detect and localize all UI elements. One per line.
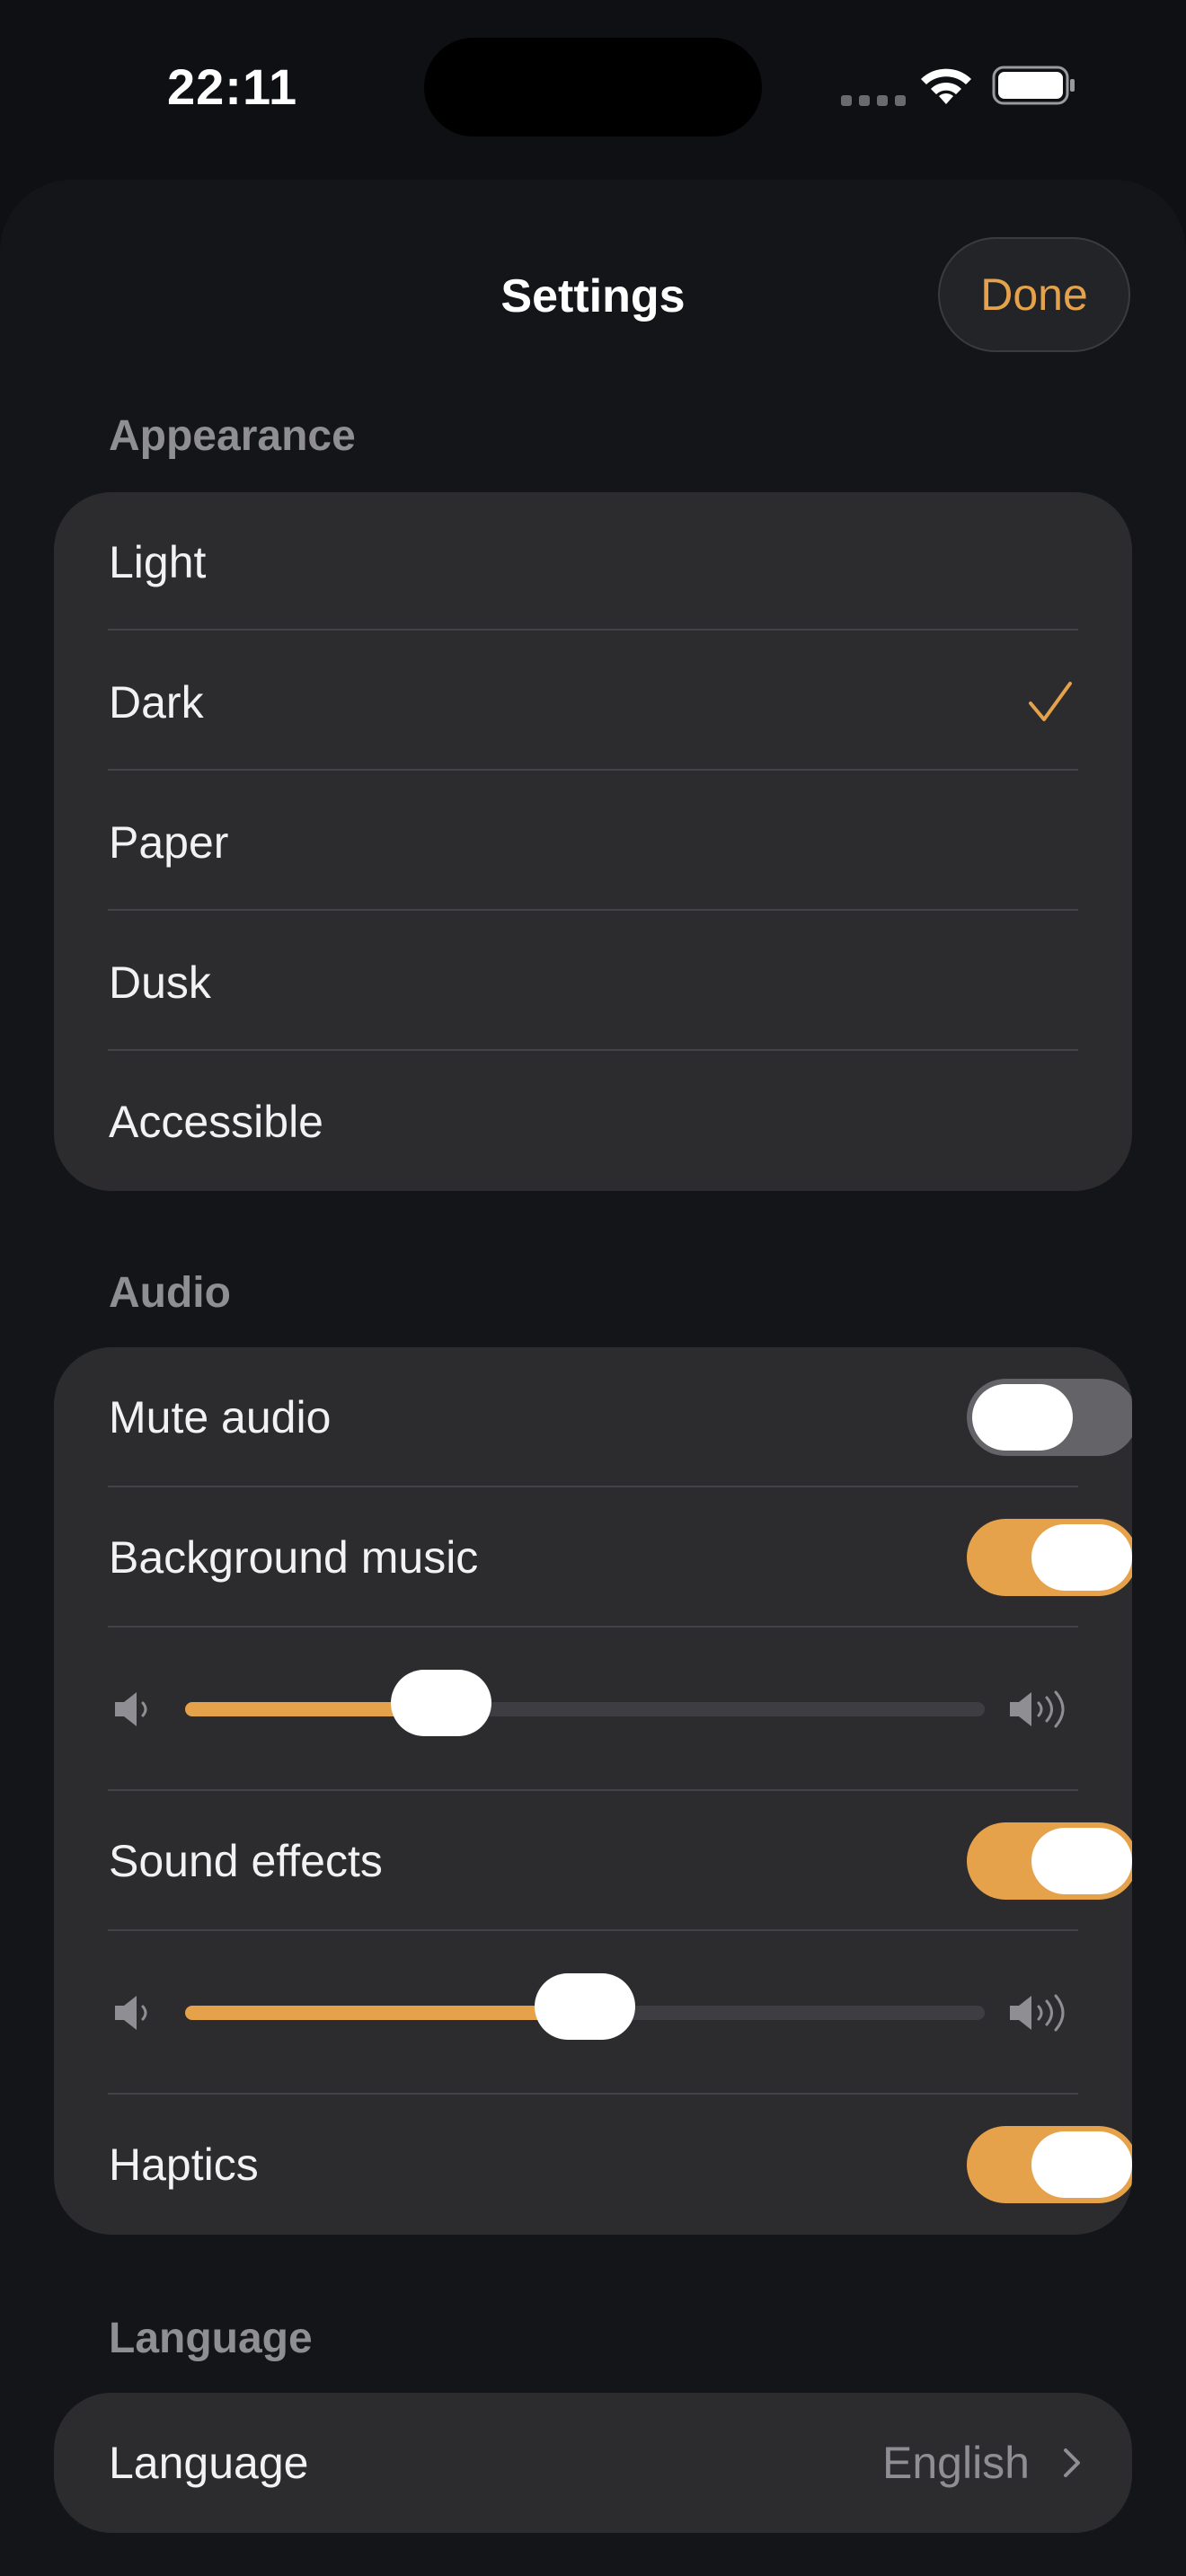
appearance-group: Light Dark Paper Dusk Accessible [54, 492, 1132, 1191]
chevron-right-icon [1064, 2448, 1080, 2477]
mute-audio-toggle[interactable] [967, 1379, 1132, 1456]
haptics-row: Haptics [54, 2095, 1132, 2235]
music-volume-track[interactable] [185, 1670, 985, 1736]
status-bar: 22:11 [0, 0, 1186, 180]
effects-volume-fill [185, 2006, 585, 2020]
appearance-option-paper[interactable]: Paper [54, 772, 1132, 913]
dynamic-island [424, 38, 762, 137]
divider [108, 769, 1078, 771]
appearance-option-accessible[interactable]: Accessible [54, 1053, 1132, 1191]
divider [108, 629, 1078, 631]
appearance-option-label: Light [109, 537, 207, 587]
audio-group: Mute audio Background music Sound effect… [54, 1347, 1132, 2235]
mute-audio-label: Mute audio [109, 1392, 332, 1442]
effects-volume-thumb[interactable] [535, 1973, 635, 2040]
toggle-knob [972, 1384, 1073, 1451]
language-group: Language English [54, 2393, 1132, 2533]
speaker-low-icon [115, 1692, 147, 1726]
mute-audio-row: Mute audio [54, 1347, 1132, 1487]
speaker-high-icon [1010, 1994, 1065, 2032]
done-button[interactable]: Done [938, 237, 1130, 352]
music-volume-slider-row [54, 1628, 1132, 1791]
status-time: 22:11 [167, 58, 298, 115]
appearance-option-label: Dusk [109, 957, 211, 1008]
cellular-signal-icon [841, 95, 906, 106]
appearance-option-light[interactable]: Light [54, 492, 1132, 632]
language-value: English [882, 2438, 1030, 2488]
appearance-option-dark[interactable]: Dark [54, 632, 1132, 772]
section-header-appearance: Appearance [109, 412, 356, 460]
speaker-high-icon [1010, 1690, 1065, 1728]
divider [108, 909, 1078, 911]
appearance-option-label: Accessible [109, 1097, 323, 1147]
background-music-row: Background music [54, 1487, 1132, 1628]
haptics-toggle[interactable] [967, 2126, 1132, 2203]
background-music-label: Background music [109, 1532, 479, 1583]
language-row[interactable]: Language English [54, 2393, 1132, 2533]
appearance-option-dusk[interactable]: Dusk [54, 913, 1132, 1053]
toggle-knob [1031, 1524, 1132, 1591]
speaker-low-icon [115, 1996, 147, 2030]
checkmark-icon [1029, 682, 1072, 721]
appearance-option-label: Paper [109, 817, 229, 868]
effects-volume-slider-row [54, 1931, 1132, 2095]
haptics-label: Haptics [109, 2139, 259, 2190]
section-header-language: Language [109, 2315, 313, 2362]
wifi-icon [921, 68, 971, 104]
toggle-knob [1031, 1828, 1132, 1894]
sound-effects-row: Sound effects [54, 1791, 1132, 1931]
language-row-label: Language [109, 2438, 309, 2488]
background-music-toggle[interactable] [967, 1519, 1132, 1596]
sound-effects-label: Sound effects [109, 1836, 383, 1886]
appearance-option-label: Dark [109, 677, 204, 728]
divider [108, 1049, 1078, 1051]
battery-icon [992, 66, 1075, 105]
effects-volume-track[interactable] [185, 1973, 985, 2040]
toggle-knob [1031, 2131, 1132, 2198]
section-header-audio: Audio [109, 1269, 231, 1317]
music-volume-thumb[interactable] [391, 1670, 491, 1736]
sound-effects-toggle[interactable] [967, 1822, 1132, 1900]
